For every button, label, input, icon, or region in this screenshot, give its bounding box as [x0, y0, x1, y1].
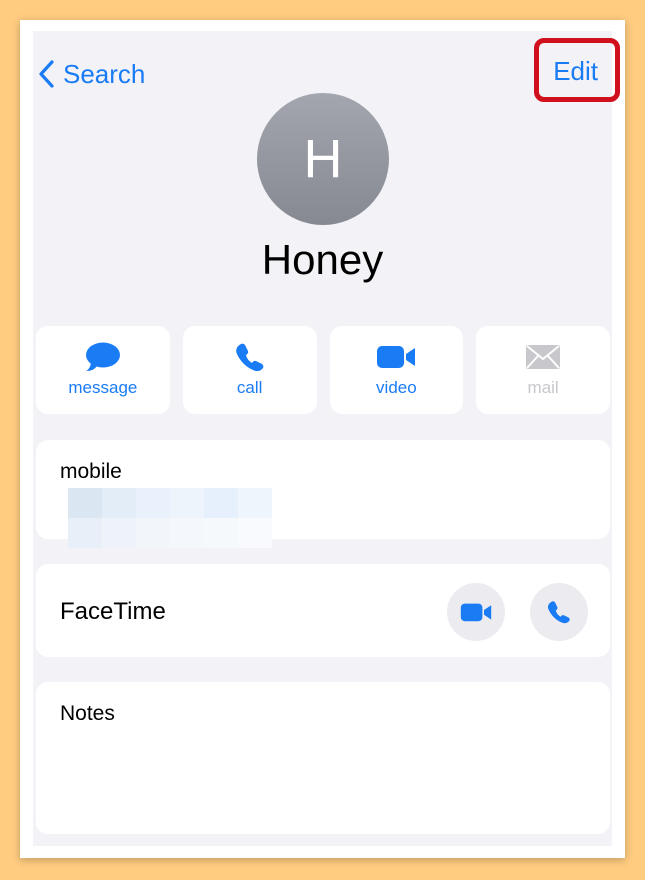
mail-button[interactable]: mail	[476, 326, 610, 414]
contact-name: Honey	[261, 236, 384, 283]
phone-icon	[547, 601, 570, 624]
back-button-label: Search	[63, 58, 146, 89]
phone-icon	[235, 343, 263, 372]
envelope-icon	[526, 345, 561, 369]
call-label: call	[236, 378, 263, 397]
message-button[interactable]: message	[36, 326, 170, 414]
message-label: message	[68, 378, 138, 397]
chevron-left-icon	[39, 60, 54, 88]
mail-label: mail	[527, 378, 559, 397]
back-button[interactable]: Search	[37, 57, 145, 91]
facetime-video-button[interactable]	[447, 583, 505, 641]
facetime-audio-button[interactable]	[530, 583, 588, 641]
video-camera-icon	[460, 603, 492, 621]
notes-field[interactable]: Notes	[36, 682, 610, 834]
contact-detail-screen: Search Edit H Honey message call video m…	[33, 31, 612, 846]
quick-actions: message call video mail	[36, 326, 610, 414]
redacted-phone-number	[46, 488, 318, 550]
mobile-label: mobile	[60, 460, 122, 483]
avatar: H	[257, 93, 389, 225]
message-bubble-icon	[85, 342, 120, 371]
avatar-initial: H	[303, 129, 343, 189]
notes-label: Notes	[60, 702, 115, 725]
mobile-row[interactable]: mobile	[36, 440, 610, 548]
edit-button[interactable]: Edit	[553, 56, 598, 92]
video-button[interactable]: video	[329, 326, 464, 414]
video-camera-icon	[377, 346, 416, 368]
call-button[interactable]: call	[182, 326, 317, 414]
facetime-row: FaceTime	[36, 564, 610, 657]
video-label: video	[376, 378, 417, 397]
facetime-label: FaceTime	[60, 598, 166, 625]
